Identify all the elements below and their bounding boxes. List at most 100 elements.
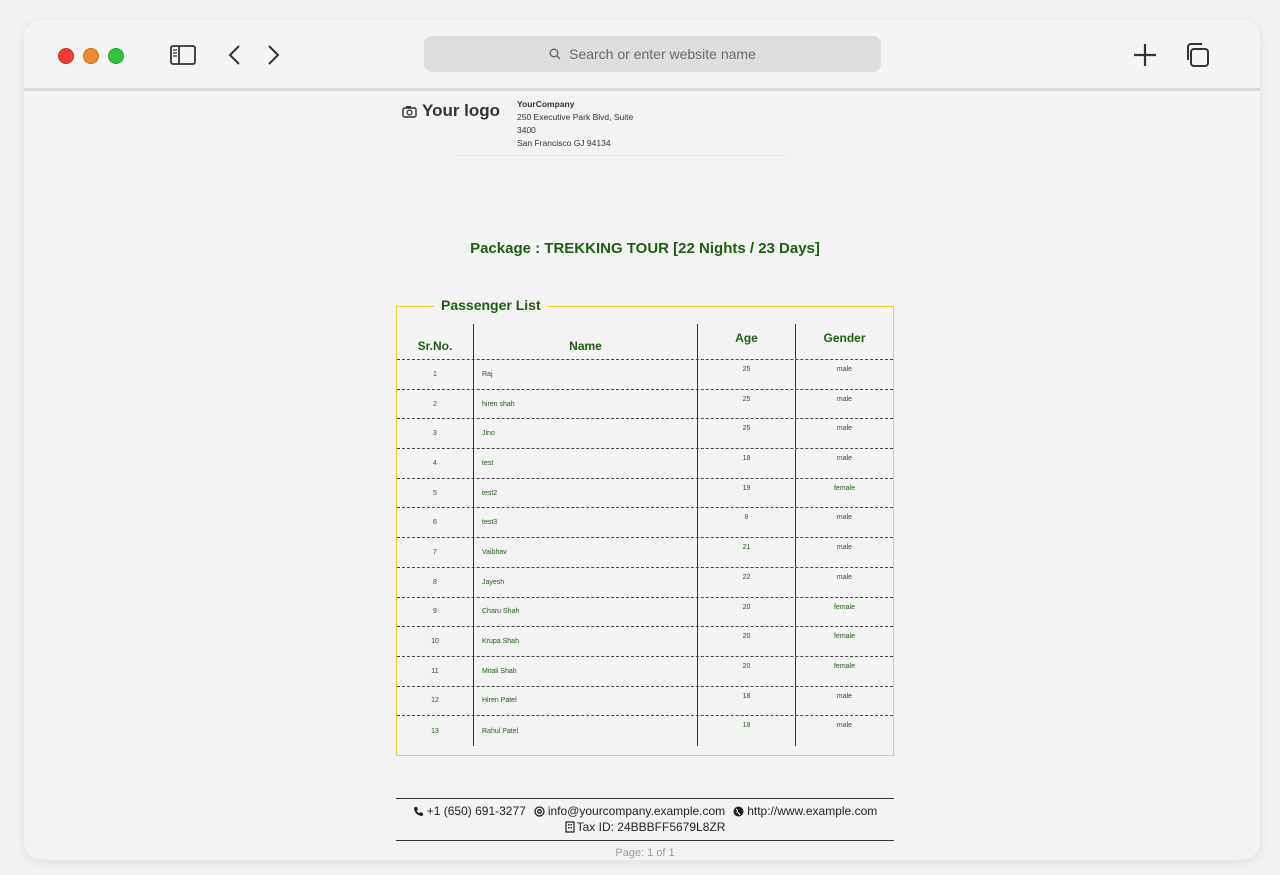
phone-icon: [413, 806, 423, 816]
cell-gender: female: [795, 627, 893, 656]
cell-gender: female: [795, 597, 893, 627]
cell-name: Mitali Shah: [473, 656, 697, 686]
address-bar[interactable]: Search or enter website name: [424, 36, 881, 72]
cell-age: 22: [697, 567, 795, 597]
cell-age: 21: [697, 538, 795, 567]
cell-srno: 10: [431, 638, 439, 646]
footer-email: info@yourcompany.example.com: [534, 804, 725, 818]
cell-gender: male: [795, 567, 893, 597]
camera-icon: [402, 105, 417, 118]
cell-srno: 2: [433, 400, 437, 408]
cell-name: test: [473, 449, 697, 478]
cell-gender: male: [795, 716, 893, 746]
page-content: Your logo YourCompany 250 Executive Park…: [24, 91, 1260, 860]
passenger-list-legend: Passenger List: [434, 297, 548, 313]
header-divider: [456, 155, 786, 156]
cell-srno: 8: [433, 578, 437, 586]
column-header-name: Name: [473, 324, 697, 359]
cell-name: Vaibhav: [473, 538, 697, 567]
cell-age: 25: [697, 389, 795, 419]
cell-srno: 7: [433, 548, 437, 556]
table-row: 1 Raj 25 male: [397, 360, 893, 390]
cell-name: Krupa Shah: [473, 627, 697, 656]
cell-gender: male: [795, 686, 893, 716]
footer-email-text: info@yourcompany.example.com: [547, 804, 726, 818]
tabs-overview-icon[interactable]: [1183, 41, 1211, 69]
cell-name: Jino: [473, 419, 697, 449]
table-row: 8 Jayesh 22 male: [397, 567, 893, 598]
cell-age: 18: [697, 449, 795, 478]
cell-age: 18: [697, 716, 795, 746]
cell-gender: male: [795, 449, 893, 478]
cell-name: Hiren Patel: [473, 686, 697, 716]
passenger-list-fieldset: Passenger List Sr.No. Name Age Gender 1 R…: [396, 297, 894, 756]
column-header-age: Age: [697, 324, 795, 359]
cell-srno: 3: [433, 430, 437, 438]
address-line-2: 3400: [517, 125, 536, 135]
address-line-1: 250 Executive Park Blvd, Suite: [517, 112, 634, 122]
new-tab-icon[interactable]: [1131, 41, 1159, 69]
sidebar-icon[interactable]: [169, 41, 197, 69]
cell-gender: male: [795, 419, 893, 449]
browser-window: Search or enter website name Your logo Y…: [24, 20, 1260, 860]
search-icon: [549, 48, 561, 60]
cell-name: Rahul Patel: [473, 716, 697, 746]
document-footer: +1 (650) 691-3277 info@yourcompany.examp…: [396, 798, 894, 841]
footer-tax-text: Tax ID: 24BBBFF5679L8ZR: [576, 820, 726, 834]
cell-srno: 4: [433, 459, 437, 467]
table-body: 1 Raj 25 male 2 hiren shah 25 male 3 Jino 25 male 4 t…: [397, 360, 893, 746]
cell-gender: male: [795, 508, 893, 538]
cell-gender: male: [795, 389, 893, 419]
minimize-window-button[interactable]: [83, 48, 99, 64]
cell-name: Charu Shah: [473, 597, 697, 627]
cell-srno: 5: [433, 489, 437, 497]
cell-gender: male: [795, 538, 893, 567]
table-row: 9 Charu Shah 20 female: [397, 597, 893, 628]
cell-age: 25: [697, 360, 795, 389]
cell-age: 18: [697, 686, 795, 716]
table-row: 13 Rahul Patel 18 male: [397, 716, 893, 746]
cell-name: Jayesh: [473, 567, 697, 597]
page-number: Page: 1 of 1: [615, 847, 675, 859]
table-row: 6 test3 8 male: [397, 508, 893, 539]
table-row: 12 Hiren Patel 18 male: [397, 686, 893, 717]
back-icon[interactable]: [220, 41, 248, 69]
table-row: 3 Jino 25 male: [397, 419, 893, 450]
cell-srno: 11: [431, 667, 439, 675]
cell-age: 20: [697, 597, 795, 627]
cell-gender: female: [795, 656, 893, 686]
cell-gender: male: [795, 360, 893, 389]
footer-tax: Tax ID: 24BBBFF5679L8ZR: [396, 820, 894, 834]
address-line-3: San Francisco GJ 94134: [517, 138, 611, 148]
company-address: YourCompany 250 Executive Park Blvd, Sui…: [517, 98, 657, 150]
table-row: 4 test 18 male: [397, 449, 893, 479]
column-header-gender: Gender: [795, 324, 893, 359]
browser-toolbar: Search or enter website name: [24, 20, 1260, 91]
cell-name: test3: [473, 508, 697, 538]
footer-website: http://www.example.com: [733, 804, 877, 818]
table-row: 5 test2 19 female: [397, 478, 893, 509]
cell-age: 20: [697, 656, 795, 686]
cell-age: 20: [697, 627, 795, 656]
passenger-table: Sr.No. Name Age Gender 1 Raj 25 male 2 hiren …: [397, 324, 893, 746]
cell-name: test2: [473, 478, 697, 508]
close-window-button[interactable]: [58, 48, 74, 64]
column-header-srno: Sr.No.: [417, 338, 453, 353]
cell-age: 8: [697, 508, 795, 538]
at-icon: [534, 805, 545, 817]
logo-text: Your logo: [422, 101, 501, 120]
cell-srno: 13: [431, 727, 439, 735]
building-icon: [565, 821, 575, 833]
cell-srno: 12: [431, 697, 439, 705]
package-title: Package : TREKKING TOUR [22 Nights / 23 …: [470, 240, 820, 257]
table-header-row: Sr.No. Name Age Gender: [397, 324, 893, 360]
cell-age: 19: [697, 478, 795, 508]
cell-name: Raj: [473, 360, 697, 389]
forward-icon[interactable]: [260, 41, 288, 69]
maximize-window-button[interactable]: [108, 48, 124, 64]
cell-age: 25: [697, 419, 795, 449]
footer-phone: +1 (650) 691-3277: [413, 804, 526, 818]
cell-srno: 1: [433, 370, 437, 378]
table-row: 2 hiren shah 25 male: [397, 389, 893, 420]
cell-name: hiren shah: [473, 389, 697, 419]
